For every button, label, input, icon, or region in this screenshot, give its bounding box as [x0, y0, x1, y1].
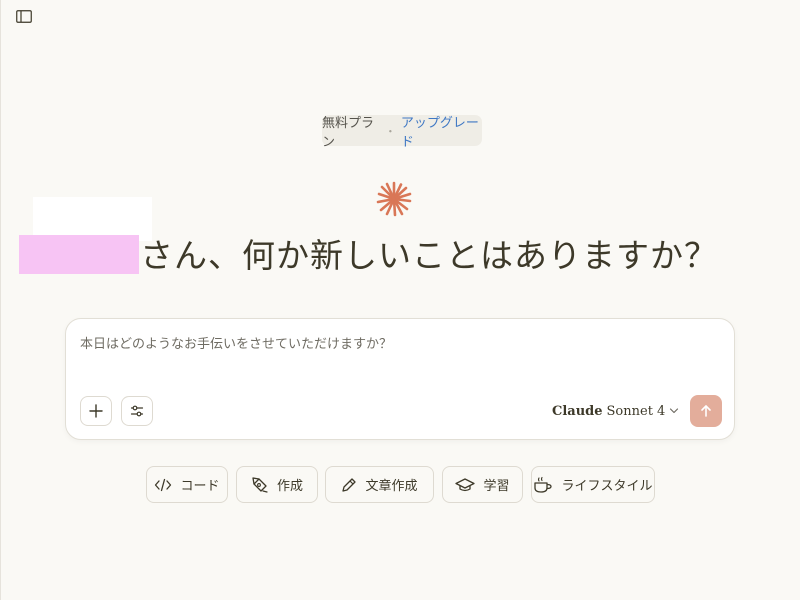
plan-badge: 無料プラン ・ アップグレード: [322, 115, 482, 150]
upgrade-link[interactable]: アップグレード: [401, 112, 482, 150]
redacted-username: [19, 235, 139, 274]
chip-label: ライフスタイル: [561, 479, 653, 494]
coffee-cup-icon: [534, 476, 553, 493]
plan-separator: ・: [384, 124, 396, 138]
chip-label: 作成: [276, 479, 303, 494]
sidebar-toggle-button[interactable]: [12, 5, 36, 27]
chip-learning[interactable]: 学習: [442, 466, 523, 503]
pen-tool-icon: [252, 476, 268, 493]
plus-icon: [89, 404, 103, 418]
arrow-up-icon: [701, 405, 711, 417]
chip-label: 学習: [483, 479, 510, 494]
add-attachment-button[interactable]: [80, 396, 112, 426]
greeting-heading: さん、何か新しいことはありますか？: [140, 236, 718, 275]
chip-writing[interactable]: 文章作成: [325, 466, 434, 503]
message-composer: Claude Sonnet 4: [65, 318, 735, 440]
claude-spark-logo: [376, 181, 412, 217]
model-selector[interactable]: Claude Sonnet 4: [552, 399, 679, 423]
chip-label: 文章作成: [365, 479, 418, 494]
chip-lifestyle[interactable]: ライフスタイル: [531, 466, 655, 503]
plan-label: 無料プラン: [322, 115, 375, 150]
window-edge: [0, 0, 1, 600]
chip-create[interactable]: 作成: [236, 466, 318, 503]
sliders-icon: [130, 405, 144, 417]
message-input[interactable]: [80, 333, 710, 355]
sidebar-panel-icon: [16, 9, 32, 23]
code-icon: [155, 478, 172, 491]
tools-button[interactable]: [121, 396, 153, 426]
model-family-label: Claude: [552, 403, 603, 419]
chip-label: コード: [180, 479, 220, 494]
pencil-icon: [342, 477, 357, 492]
chip-code[interactable]: コード: [146, 466, 228, 503]
send-button[interactable]: [690, 395, 722, 427]
graduation-cap-icon: [455, 477, 476, 491]
model-name-label: Sonnet 4: [606, 403, 666, 419]
chevron-down-icon: [670, 408, 679, 414]
